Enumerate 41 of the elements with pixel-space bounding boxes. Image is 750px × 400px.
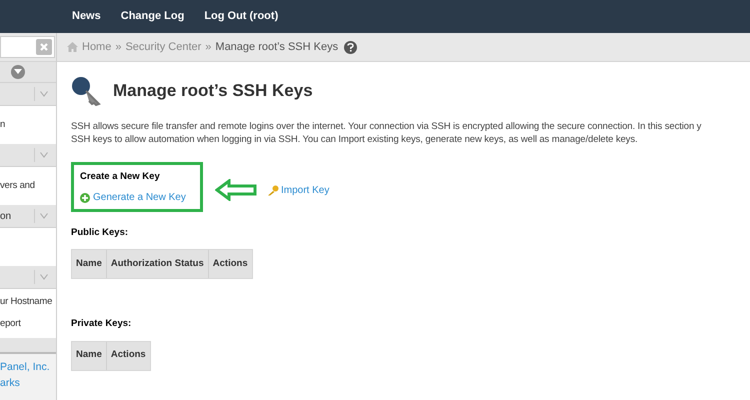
key-icon <box>71 76 101 106</box>
sidebar-item[interactable]: vers and <box>0 178 56 194</box>
section-header[interactable] <box>0 144 56 167</box>
home-icon <box>67 42 78 52</box>
chevron-icon <box>34 209 48 223</box>
column-header: Authorization Status <box>106 250 208 278</box>
column-header: Name <box>75 348 103 362</box>
help-icon[interactable] <box>344 40 358 54</box>
sidebar-item[interactable]: eport <box>0 317 56 332</box>
section-label: on <box>0 210 12 224</box>
nav-link[interactable]: Change Log <box>120 8 184 25</box>
chevron-icon <box>34 270 48 284</box>
breadcrumb-separator: » <box>205 40 212 55</box>
key-icon <box>267 184 279 196</box>
nav-link[interactable]: Log Out (root) <box>204 8 278 25</box>
chevron-icon <box>34 87 48 101</box>
section-heading: Create a New Key <box>80 170 161 184</box>
section-header[interactable] <box>0 266 56 289</box>
table-heading: Public Keys: <box>71 226 130 240</box>
description-text: SSH allows secure file transfer and remote logins over the internet. Your connection via SSH is encrypted allowing the secure connection. In this section y SSH keys to allow automation when logging in via SSH. You can Import existing keys, generate new keys, as well as manage/delete keys. <box>71 120 702 146</box>
search-field[interactable] <box>0 36 55 58</box>
sidebar-bar <box>0 338 56 354</box>
chevron-icon <box>34 148 48 162</box>
plus-icon <box>80 192 90 203</box>
clear-icon[interactable] <box>36 39 52 55</box>
breadcrumb-separator: » <box>115 40 122 55</box>
sidebar-panel <box>0 228 56 266</box>
collapse-icon[interactable] <box>11 65 25 79</box>
column-header: Name <box>75 257 103 272</box>
nav-link[interactable]: News <box>72 8 101 25</box>
column-header: Actions <box>106 342 150 370</box>
import-key-link[interactable]: Import Key <box>267 182 330 198</box>
sidebar-item[interactable]: ur Hostname <box>0 295 56 310</box>
table-heading: Private Keys: <box>71 317 132 332</box>
generate-key-link[interactable]: Generate a New Key <box>80 190 200 206</box>
page-title: Manage root’s SSH Keys <box>113 80 313 102</box>
breadcrumb-item: Manage root’s SSH Keys <box>215 40 338 55</box>
column-header: Actions <box>208 250 252 278</box>
sidebar-item[interactable]: n <box>0 118 56 132</box>
arrow-icon <box>215 179 257 201</box>
section-header[interactable]: on <box>0 205 56 228</box>
